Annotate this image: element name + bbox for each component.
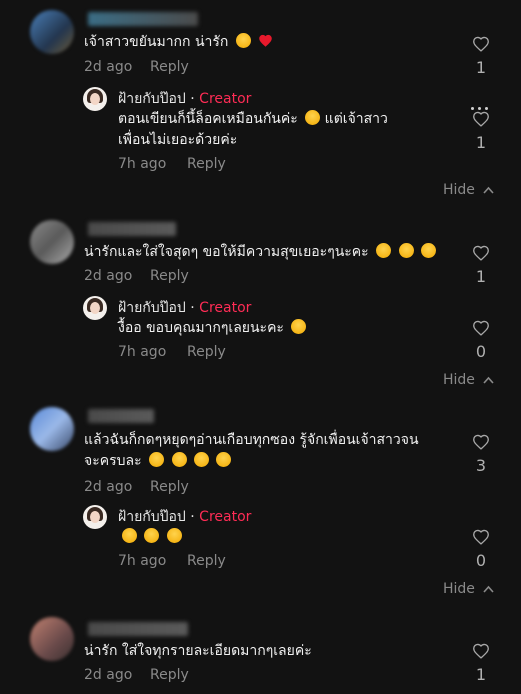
reply-text-line1: งื้ออ ขอบคุณมากๆเลยนะคะ: [118, 318, 307, 339]
creator-badge: Creator: [199, 509, 252, 525]
chevron-up-icon: [483, 376, 494, 384]
reply-author[interactable]: ฝ้ายกับป๊อป · Creator: [118, 297, 251, 319]
reply-author[interactable]: ฝ้ายกับป๊อป · Creator: [118, 88, 251, 110]
like-count: 0: [475, 342, 487, 361]
like-heart-icon[interactable]: [472, 111, 490, 127]
comment-text-line2: จะครบละ: [84, 451, 232, 472]
reply-button[interactable]: Reply: [150, 479, 189, 495]
commenter-avatar[interactable]: [30, 407, 74, 451]
heart-eyes-emoji: [398, 243, 414, 258]
chevron-up-icon: [483, 585, 494, 593]
reply-button[interactable]: Reply: [187, 553, 226, 569]
like-heart-icon[interactable]: [472, 434, 490, 450]
reply-author[interactable]: ฝ้ายกับป๊อป · Creator: [118, 506, 251, 528]
smiling-face-emoji: [235, 33, 251, 48]
chevron-up-icon: [483, 186, 494, 194]
like-heart-icon[interactable]: [472, 245, 490, 261]
like-count: 1: [475, 58, 487, 77]
commenter-name-redacted[interactable]: [88, 12, 198, 26]
reply-button[interactable]: Reply: [150, 667, 189, 683]
heart-eyes-emoji: [421, 243, 437, 258]
comment-text-line1: แล้วฉันก็กดๆหยุดๆอ่านเกือบทุกซอง รู้จักเ…: [84, 432, 419, 448]
reply-text-line2: เพื่อนไม่เยอะด้วยค่ะ: [118, 132, 238, 148]
comment-time: 2d ago: [84, 268, 133, 284]
smiling-face-emoji: [291, 319, 307, 334]
hide-replies-button[interactable]: Hide: [443, 581, 494, 597]
like-heart-icon[interactable]: [472, 529, 490, 545]
rolling-laughing-emoji: [171, 452, 187, 467]
reply-time: 7h ago: [118, 553, 167, 569]
comment-text: น่ารัก ใส่ใจทุกรายละเอียดมากๆเลยค่ะ: [84, 643, 312, 659]
creator-avatar[interactable]: [83, 87, 107, 111]
reply-text-line1: [118, 527, 182, 548]
like-heart-icon[interactable]: [472, 320, 490, 336]
creator-badge: Creator: [199, 91, 252, 107]
heart-eyes-emoji: [376, 243, 392, 258]
like-count: 1: [475, 133, 487, 152]
hide-replies-button[interactable]: Hide: [443, 372, 494, 388]
comment-time: 2d ago: [84, 59, 133, 75]
commenter-avatar[interactable]: [30, 10, 74, 54]
tears-of-joy-emoji: [122, 528, 137, 543]
tears-of-joy-emoji: [166, 528, 182, 543]
commenter-avatar[interactable]: [30, 220, 74, 264]
like-heart-icon[interactable]: [472, 643, 490, 659]
comment-time: 2d ago: [84, 667, 133, 683]
tears-of-joy-emoji: [144, 528, 160, 543]
creator-avatar[interactable]: [83, 296, 107, 320]
like-count: 3: [475, 456, 487, 475]
creator-badge: Creator: [199, 300, 252, 316]
reply-button[interactable]: Reply: [187, 344, 226, 360]
rolling-laughing-emoji: [193, 452, 209, 467]
reply-text-line1: ตอนเขียนก็นึ้ล็อคเหมือนกันค่ะ แต่เจ้าสาว: [118, 110, 388, 127]
reply-button[interactable]: Reply: [150, 268, 189, 284]
like-count: 1: [475, 665, 487, 684]
commenter-avatar[interactable]: [30, 617, 74, 661]
rolling-laughing-emoji: [149, 452, 165, 467]
reply-button[interactable]: Reply: [150, 59, 189, 75]
comment-text: เจ้าสาวขยันมากก น่ารัก: [84, 32, 273, 53]
reply-time: 7h ago: [118, 156, 167, 172]
grinning-sweat-emoji: [305, 110, 321, 125]
reply-time: 7h ago: [118, 344, 167, 360]
like-count: 0: [475, 551, 487, 570]
commenter-name-redacted[interactable]: [88, 409, 154, 423]
hide-replies-button[interactable]: Hide: [443, 182, 494, 198]
red-heart-emoji: [259, 34, 273, 47]
comment-text: น่ารักและใส่ใจสุดๆ ขอให้มีความสุขเยอะๆนะ…: [84, 242, 437, 263]
reply-button[interactable]: Reply: [187, 156, 226, 172]
commenter-name-redacted[interactable]: [88, 622, 188, 636]
comment-time: 2d ago: [84, 479, 133, 495]
like-count: 1: [475, 267, 487, 286]
like-heart-icon[interactable]: [472, 36, 490, 52]
commenter-name-redacted[interactable]: [88, 222, 176, 236]
rolling-laughing-emoji: [216, 452, 232, 467]
creator-avatar[interactable]: [83, 505, 107, 529]
